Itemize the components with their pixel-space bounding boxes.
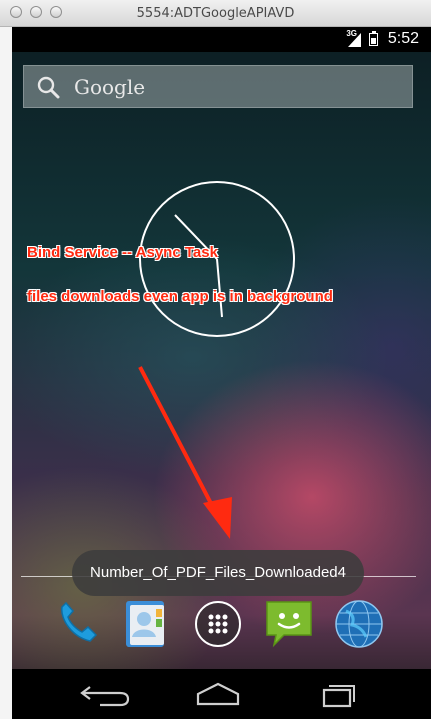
battery-icon — [369, 31, 378, 46]
status-time: 5:52 — [387, 30, 419, 47]
contacts-dock-item[interactable] — [118, 597, 172, 651]
messaging-icon — [266, 601, 312, 648]
browser-dock-item[interactable] — [332, 597, 386, 651]
toast-message: Number_Of_PDF_Files_Downloaded4 — [72, 550, 364, 596]
phone-icon — [61, 601, 98, 642]
phone-dock-item[interactable] — [50, 597, 104, 651]
app-drawer-icon — [195, 601, 241, 647]
annotation-title: Bind Service -- Async Task — [27, 244, 218, 261]
emulator-screen[interactable]: 3G 5:52 Google Bind Service -- Async Tas… — [12, 27, 431, 719]
recent-apps-icon[interactable] — [306, 678, 370, 710]
signal-icon — [348, 33, 361, 47]
home-icon[interactable] — [186, 678, 250, 710]
search-icon — [37, 76, 60, 99]
messaging-dock-item[interactable] — [262, 597, 316, 651]
navigation-bar — [12, 669, 431, 719]
status-bar[interactable]: 3G 5:52 — [12, 27, 431, 52]
window-title-bar: 5554:ADTGoogleAPIAVD — [0, 0, 431, 27]
contacts-icon — [126, 601, 164, 647]
back-icon[interactable] — [76, 678, 140, 710]
app-drawer-button[interactable] — [191, 597, 245, 651]
annotation-subtitle: files downloads even app is in backgroun… — [27, 288, 333, 305]
window-title: 5554:ADTGoogleAPIAVD — [136, 6, 295, 21]
browser-globe-icon — [335, 600, 383, 648]
google-search-bar[interactable]: Google — [23, 65, 413, 108]
search-label: Google — [74, 75, 146, 99]
